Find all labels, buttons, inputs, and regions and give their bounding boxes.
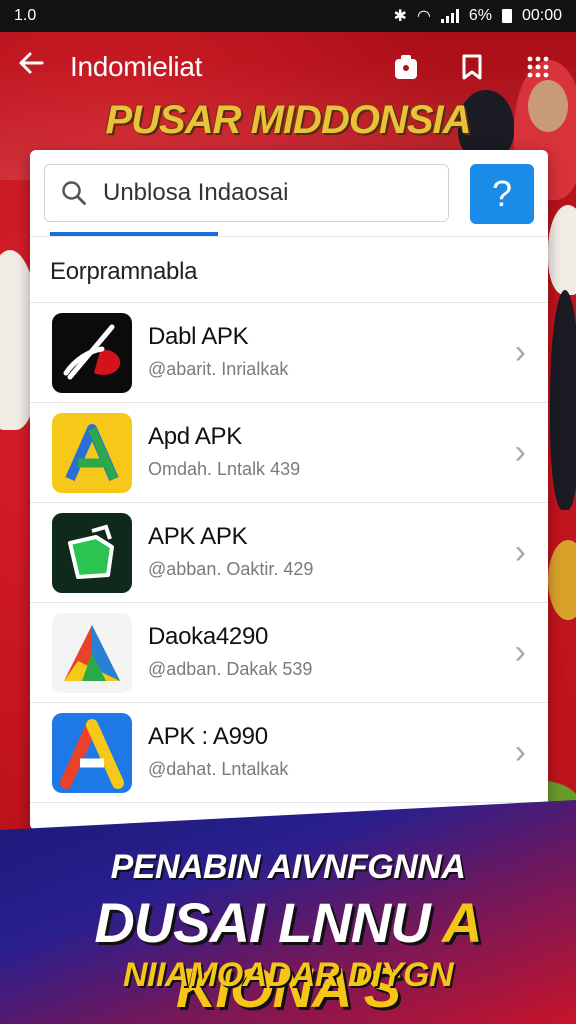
app-name: APK APK: [148, 523, 248, 550]
green-block-icon: [52, 513, 132, 593]
list-item[interactable]: Dabl APK @abarit. Inrialkak ›: [30, 302, 548, 402]
search-value: Unblosa Indaosai: [103, 179, 289, 206]
chevron-right-icon: ›: [514, 433, 526, 471]
yellow-a-icon: [52, 413, 132, 493]
search-card: Unblosa Indaosai ? Eorpramnabla Dabl APK…: [30, 150, 548, 830]
status-time: 00:00: [521, 7, 562, 24]
search-icon: [62, 181, 86, 205]
app-name: Dabl APK: [148, 323, 249, 350]
app-name: APK : A990: [148, 723, 268, 750]
section-label: Eorpramnabla: [50, 258, 198, 285]
dark-red-swoosh-icon: [52, 313, 132, 393]
chevron-right-icon: ›: [514, 533, 526, 571]
list-item[interactable]: APK APK @abban. Oaktir. 429 ›: [30, 502, 548, 602]
bottom-banner-line3: NIIAMOADAR DIYGN: [122, 956, 454, 994]
back-arrow-icon[interactable]: [16, 48, 60, 86]
status-right: ✱ ◠ 6% 00:00: [393, 6, 562, 26]
colorful-a-icon: [52, 613, 132, 693]
app-list: Dabl APK @abarit. Inrialkak › Apd APK Om…: [30, 302, 548, 830]
search-input[interactable]: Unblosa Indaosai: [44, 164, 449, 222]
app-subtitle: @adban. Dakak 539: [148, 659, 313, 679]
app-subtitle: Omdah. Lntalk 439: [148, 459, 301, 479]
bluetooth-icon: ✱: [393, 8, 407, 25]
app-subtitle: @dahat. Lntalkak: [148, 759, 289, 779]
chevron-right-icon: ›: [514, 633, 526, 671]
help-button[interactable]: ?: [470, 164, 534, 224]
grid-menu-icon[interactable]: [524, 53, 552, 81]
bookmark-icon[interactable]: [458, 53, 486, 81]
divider: [30, 236, 548, 237]
list-item[interactable]: Apd APK Omdah. Lntalk 439 ›: [30, 402, 548, 502]
battery-percent: 6%: [468, 7, 492, 24]
list-item[interactable]: Daoka4290 @adban. Dakak 539 ›: [30, 602, 548, 702]
lock-icon[interactable]: [392, 53, 420, 81]
app-bar-actions: [392, 53, 552, 81]
battery-icon: [501, 9, 512, 23]
app-name: Daoka4290: [148, 623, 269, 650]
bg-person-right-4: [550, 290, 576, 510]
app-subtitle: @abarit. Inrialkak: [148, 359, 289, 379]
wifi-icon: ◠: [416, 8, 431, 25]
page-title: Indomieliat: [70, 51, 203, 82]
bottom-banner-line1: PENABIN AIVNFGNNA: [110, 848, 466, 886]
chevron-right-icon: ›: [514, 333, 526, 371]
status-bar: 1.0 ✱ ◠ 6% 00:00: [0, 0, 576, 32]
app-subtitle: @abban. Oaktir. 429: [148, 559, 314, 579]
bottom-banner-line2-white: DUSAI LNNU: [94, 891, 430, 954]
app-bar: Indomieliat: [0, 32, 576, 102]
bottom-banner-line2: DUSAI LNNU A KIONA'S: [0, 890, 576, 1020]
list-item[interactable]: APK : A990 @dahat. Lntalkak ›: [30, 702, 548, 802]
status-left: 1.0: [14, 7, 37, 24]
banner-title: PUSAR MIDDONSIA: [105, 98, 471, 142]
signal-icon: [440, 9, 459, 23]
blue-a-icon: [52, 713, 132, 793]
search-row: Unblosa Indaosai ?: [44, 164, 534, 224]
chevron-right-icon: ›: [514, 733, 526, 771]
app-name: Apd APK: [148, 423, 242, 450]
